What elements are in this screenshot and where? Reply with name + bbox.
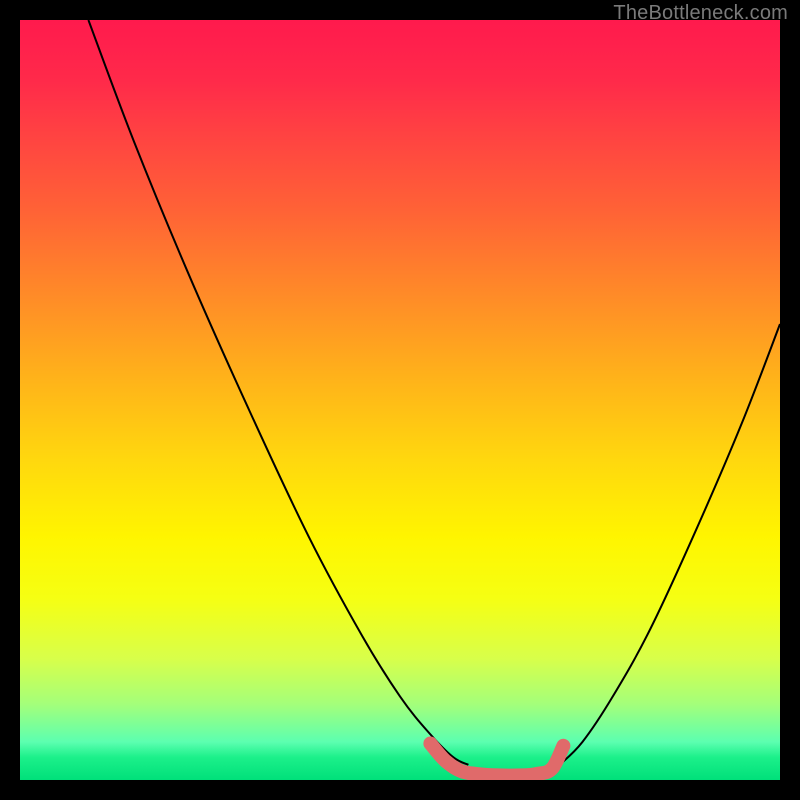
plot-area — [20, 20, 780, 780]
optimal-range-marker — [430, 744, 563, 776]
chart-svg — [20, 20, 780, 780]
right-bottleneck-curve — [560, 324, 780, 765]
left-bottleneck-curve — [88, 20, 468, 765]
watermark-label: TheBottleneck.com — [613, 2, 788, 25]
